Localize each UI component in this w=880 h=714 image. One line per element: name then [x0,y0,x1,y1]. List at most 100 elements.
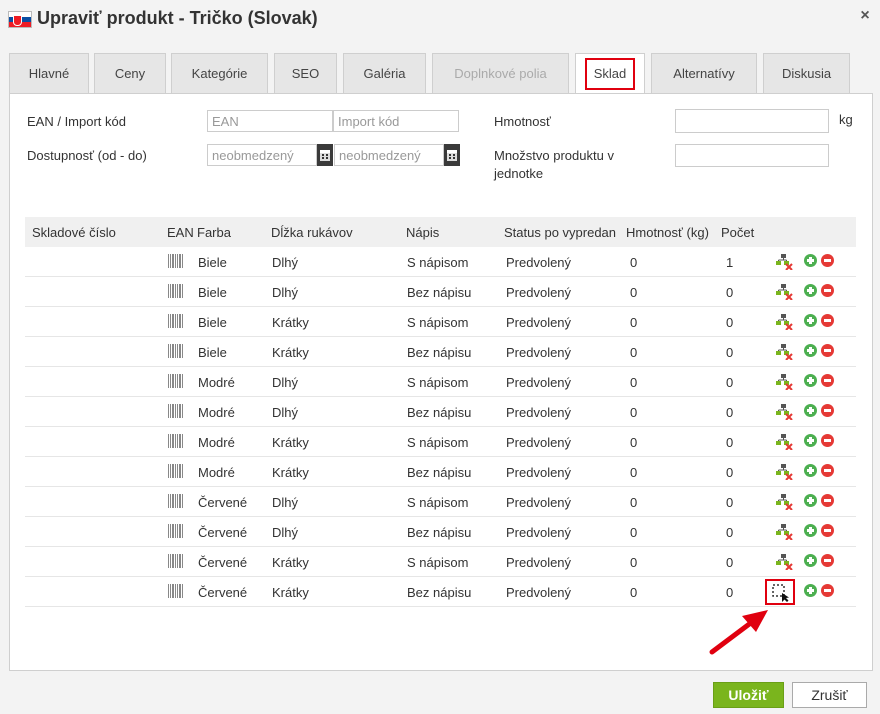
close-icon[interactable]: × [858,8,872,24]
tree-delete-icon[interactable] [775,494,793,510]
plus-icon[interactable] [804,314,817,327]
minus-icon[interactable] [821,524,834,537]
cell-count[interactable]: 0 [726,555,733,570]
cell-weight[interactable]: 0 [630,525,637,540]
tree-delete-icon[interactable] [775,374,793,390]
tab-label: SEO [291,66,320,81]
cell-status[interactable]: Predvolený [506,375,571,390]
cell-status[interactable]: Predvolený [506,525,571,540]
cell-status[interactable]: Predvolený [506,255,571,270]
plus-icon[interactable] [804,434,817,447]
cell-status[interactable]: Predvolený [506,585,571,600]
plus-icon[interactable] [804,524,817,537]
tree-delete-icon[interactable] [775,284,793,300]
minus-icon[interactable] [821,404,834,417]
tree-delete-icon[interactable] [775,434,793,450]
cell-weight[interactable]: 0 [630,255,637,270]
cell-status[interactable]: Predvolený [506,345,571,360]
cell-weight[interactable]: 0 [630,495,637,510]
plus-icon[interactable] [804,254,817,267]
tree-delete-icon[interactable] [775,404,793,420]
minus-icon[interactable] [821,584,834,597]
minus-icon[interactable] [821,314,834,327]
tab-galeria[interactable]: Galéria [343,53,426,93]
cell-status[interactable]: Predvolený [506,495,571,510]
cell-weight[interactable]: 0 [630,555,637,570]
cell-weight[interactable]: 0 [630,465,637,480]
tab-kategorie[interactable]: Kategórie [171,53,268,93]
cell-weight[interactable]: 0 [630,585,637,600]
availability-to-input[interactable] [334,144,444,166]
minus-icon[interactable] [821,464,834,477]
tree-delete-icon[interactable] [775,464,793,480]
cell-count[interactable]: 0 [726,525,733,540]
availability-from-input[interactable] [207,144,317,166]
table-row: Biele Dlhý S nápisom Predvolený 0 1 [25,247,856,277]
minus-icon[interactable] [821,494,834,507]
cell-count[interactable]: 1 [726,255,733,270]
weight-label: Hmotnosť [494,114,551,129]
plus-icon[interactable] [804,374,817,387]
cell-count[interactable]: 0 [726,315,733,330]
ean-input[interactable] [207,110,333,132]
minus-icon[interactable] [821,284,834,297]
cancel-button[interactable]: Zrušiť [792,682,867,708]
cell-status[interactable]: Predvolený [506,555,571,570]
qty-label-line1: Množstvo produktu v [494,148,614,163]
cell-weight[interactable]: 0 [630,435,637,450]
import-code-input[interactable] [333,110,459,132]
col-weight: Hmotnosť (kg) [626,225,709,240]
tab-ceny[interactable]: Ceny [94,53,166,93]
weight-unit: kg [839,112,853,127]
plus-icon[interactable] [804,284,817,297]
tab-seo[interactable]: SEO [274,53,337,93]
weight-input[interactable] [675,109,829,133]
cell-status[interactable]: Predvolený [506,285,571,300]
tree-delete-icon[interactable] [775,344,793,360]
cell-count[interactable]: 0 [726,405,733,420]
tab-diskusia[interactable]: Diskusia [763,53,850,93]
cell-status[interactable]: Predvolený [506,315,571,330]
table-row: Biele Krátky Bez nápisu Predvolený 0 0 [25,337,856,367]
qty-per-unit-input[interactable] [675,144,829,167]
plus-icon[interactable] [804,494,817,507]
minus-icon[interactable] [821,254,834,267]
cell-count[interactable]: 0 [726,375,733,390]
cell-status[interactable]: Predvolený [506,435,571,450]
cell-weight[interactable]: 0 [630,345,637,360]
minus-icon[interactable] [821,434,834,447]
cell-count[interactable]: 0 [726,345,733,360]
plus-icon[interactable] [804,344,817,357]
cell-status[interactable]: Predvolený [506,465,571,480]
cell-status[interactable]: Predvolený [506,405,571,420]
plus-icon[interactable] [804,554,817,567]
cell-color: Biele [198,315,227,330]
cell-count[interactable]: 0 [726,285,733,300]
plus-icon[interactable] [804,404,817,417]
cell-count[interactable]: 0 [726,495,733,510]
cell-count[interactable]: 0 [726,465,733,480]
cell-weight[interactable]: 0 [630,315,637,330]
calendar-icon[interactable] [317,144,333,166]
calendar-icon[interactable] [444,144,460,166]
tree-delete-icon[interactable] [775,254,793,270]
save-button[interactable]: Uložiť [713,682,784,708]
tree-delete-icon[interactable] [775,314,793,330]
cell-sleeve: Krátky [272,465,309,480]
minus-icon[interactable] [821,554,834,567]
minus-icon[interactable] [821,344,834,357]
minus-icon[interactable] [821,374,834,387]
tab-doplnkove-polia[interactable]: Doplnkové polia [432,53,569,93]
tab-hlavne[interactable]: Hlavné [9,53,89,93]
cell-weight[interactable]: 0 [630,285,637,300]
plus-icon[interactable] [804,464,817,477]
tab-alternativy[interactable]: Alternatívy [651,53,757,93]
tree-delete-icon[interactable] [775,524,793,540]
cell-count[interactable]: 0 [726,435,733,450]
tab-sklad[interactable]: Sklad [575,53,645,94]
cell-weight[interactable]: 0 [630,405,637,420]
tree-delete-icon[interactable] [775,554,793,570]
plus-icon[interactable] [804,584,817,597]
cell-sleeve: Dlhý [272,255,299,270]
cell-weight[interactable]: 0 [630,375,637,390]
